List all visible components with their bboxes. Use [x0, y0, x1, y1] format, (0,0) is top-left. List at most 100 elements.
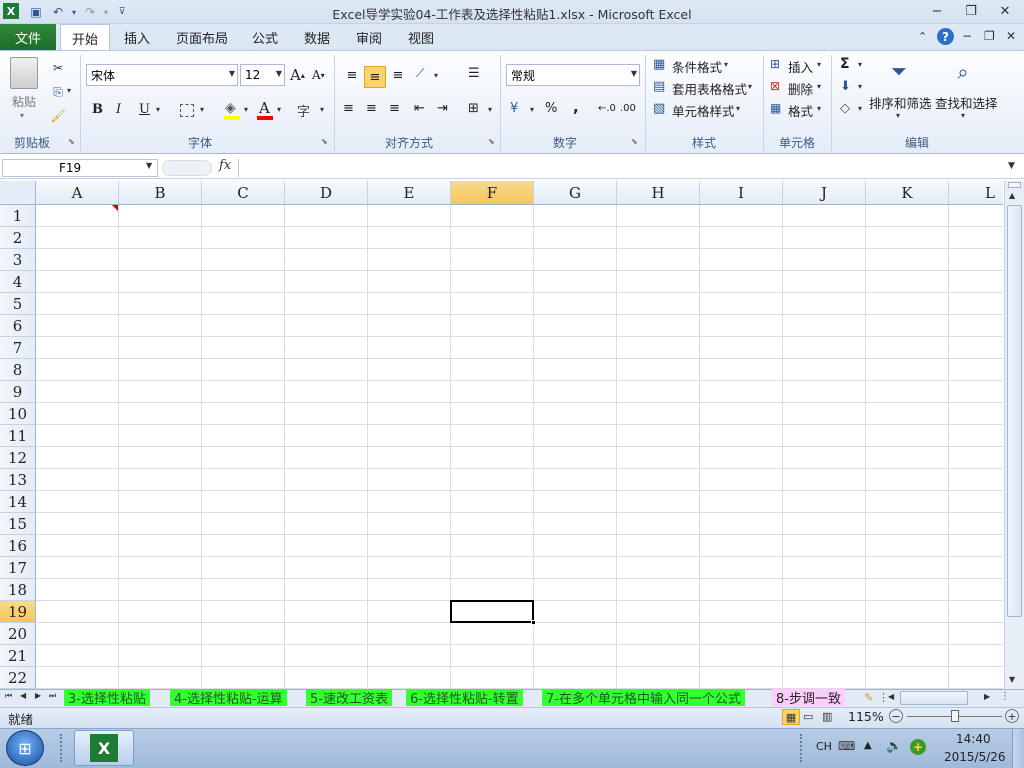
delete-cells-icon[interactable]: ⊠ — [770, 79, 780, 93]
comma-button[interactable]: , — [573, 98, 579, 116]
tab-formulas[interactable]: 公式 — [245, 24, 285, 51]
sheet-tab[interactable]: 5-速改工资表 — [306, 689, 392, 707]
row-header[interactable]: 2 — [0, 227, 36, 249]
vertical-scrollbar[interactable]: ▲ ▼ — [1004, 181, 1024, 689]
scroll-up-icon[interactable]: ▲ — [1009, 191, 1015, 200]
font-color-dropdown-icon[interactable]: ▾ — [277, 105, 281, 114]
worksheet-grid[interactable]: A B C D E F G H I J K L 1 2 3 4 5 6 7 8 9 10 11 12 13 14 15 16 17 18 1… — [0, 181, 1003, 689]
column-header[interactable]: H — [617, 181, 700, 205]
row-header[interactable]: 16 — [0, 535, 36, 557]
row-header[interactable]: 8 — [0, 359, 36, 381]
grow-font-icon[interactable]: A ▴ — [290, 66, 305, 84]
clear-icon[interactable]: ◇ — [840, 101, 850, 116]
phonetic-dropdown-icon[interactable]: ▾ — [320, 105, 324, 114]
zoom-in-icon[interactable]: + — [1005, 709, 1019, 723]
row-header[interactable]: 10 — [0, 403, 36, 425]
row-header[interactable]: 6 — [0, 315, 36, 337]
row-header[interactable]: 21 — [0, 645, 36, 667]
delete-cells-button[interactable]: 删除 — [788, 79, 813, 98]
percent-button[interactable]: % — [545, 101, 557, 116]
cell-styles-button[interactable]: 单元格样式 — [672, 101, 735, 120]
column-header[interactable]: J — [783, 181, 866, 205]
last-sheet-icon[interactable]: ⏭ — [49, 691, 56, 701]
find-select-icon[interactable]: ⌕ — [948, 58, 978, 86]
bold-button[interactable]: B — [92, 102, 103, 117]
number-launcher-icon[interactable]: ⬊ — [631, 137, 638, 146]
align-bottom-icon[interactable]: ≡ — [389, 66, 407, 84]
format-dropdown-icon[interactable]: ▾ — [817, 104, 821, 113]
italic-button[interactable]: I — [116, 102, 121, 117]
wrap-text-icon[interactable]: ☰ — [468, 66, 480, 81]
merge-center-icon[interactable]: ⊞ — [468, 101, 479, 116]
phonetic-icon[interactable]: 字 — [297, 101, 310, 120]
format-cells-button[interactable]: 格式 — [788, 101, 813, 120]
formula-input[interactable] — [238, 159, 1004, 177]
number-format-select[interactable]: 常规 ▼ — [506, 64, 640, 86]
collapse-ribbon-icon[interactable]: ⌃ — [918, 30, 927, 43]
keyboard-icon[interactable]: ⌨ — [838, 739, 855, 753]
fill-dropdown-icon[interactable]: ▾ — [858, 82, 862, 91]
column-header[interactable]: A — [36, 181, 119, 205]
orientation-icon[interactable]: ⟋ — [416, 66, 424, 81]
active-cell[interactable] — [450, 600, 534, 623]
close-button[interactable]: ✕ — [992, 2, 1018, 20]
fill-icon[interactable]: ⬇ — [840, 79, 851, 94]
align-left-icon[interactable]: ≡ — [343, 101, 354, 116]
next-sheet-icon[interactable]: ▶ — [35, 691, 41, 700]
tab-page-layout[interactable]: 页面布局 — [170, 24, 234, 51]
align-right-icon[interactable]: ≡ — [389, 101, 400, 116]
normal-view-icon[interactable]: ▦ — [782, 709, 800, 725]
format-as-table-dropdown-icon[interactable]: ▾ — [748, 82, 752, 91]
sheet-tab-active[interactable]: 8-步调一致 — [772, 689, 845, 707]
format-painter-icon[interactable]: 🖌 — [50, 108, 66, 124]
row-header[interactable]: 1 — [0, 205, 36, 227]
fill-color-icon[interactable]: ◈ — [225, 100, 236, 116]
format-cells-icon[interactable]: ▦ — [770, 101, 781, 115]
sheet-tab[interactable]: 7-在多个单元格中输入同一个公式 — [542, 689, 745, 707]
column-header[interactable]: B — [119, 181, 202, 205]
scroll-right-icon[interactable]: ▶ — [984, 692, 990, 701]
increase-indent-icon[interactable]: ⇥ — [437, 101, 448, 116]
split-box[interactable] — [1008, 182, 1021, 188]
tab-file[interactable]: 文件 — [0, 24, 56, 50]
shrink-font-icon[interactable]: A ▾ — [312, 68, 325, 82]
row-header[interactable]: 15 — [0, 513, 36, 535]
sort-dropdown-icon[interactable]: ▾ — [896, 111, 900, 120]
column-header[interactable]: K — [866, 181, 949, 205]
conditional-format-dropdown-icon[interactable]: ▾ — [724, 60, 728, 69]
zoom-slider-thumb[interactable] — [951, 710, 959, 722]
accounting-dropdown-icon[interactable]: ▾ — [530, 105, 534, 114]
show-hidden-icons[interactable]: ▲ — [864, 740, 872, 751]
scroll-down-icon[interactable]: ▼ — [1009, 675, 1015, 684]
page-layout-view-icon[interactable]: ▭ — [803, 710, 813, 723]
paste-icon[interactable] — [10, 57, 38, 89]
sheet-tab[interactable]: 3-选择性粘贴 — [64, 689, 150, 707]
copy-icon[interactable]: ⎘ — [50, 84, 66, 100]
network-icon[interactable]: + — [910, 739, 926, 755]
insert-cells-button[interactable]: 插入 — [788, 57, 813, 76]
expand-formula-bar-icon[interactable]: ▼ — [1008, 161, 1015, 171]
doc-restore-icon[interactable]: ❐ — [984, 29, 995, 43]
fill-color-dropdown-icon[interactable]: ▾ — [244, 105, 248, 114]
increase-decimal-icon[interactable]: ←.0 — [598, 103, 616, 114]
row-header[interactable]: 22 — [0, 667, 36, 689]
font-name-select[interactable]: 宋体 ▼ — [86, 64, 238, 86]
restore-button[interactable]: ❐ — [958, 2, 984, 20]
row-header[interactable]: 17 — [0, 557, 36, 579]
column-header[interactable]: F — [451, 181, 534, 205]
show-desktop-button[interactable] — [1012, 729, 1024, 768]
page-break-view-icon[interactable]: ▥ — [822, 710, 832, 723]
doc-minimize-icon[interactable]: − — [962, 29, 972, 43]
sort-filter-button[interactable]: 排序和筛选 — [869, 93, 932, 112]
doc-close-icon[interactable]: ✕ — [1006, 29, 1016, 43]
cut-icon[interactable]: ✂ — [50, 60, 66, 76]
row-header[interactable]: 13 — [0, 469, 36, 491]
align-center-icon[interactable]: ≡ — [366, 101, 377, 116]
insert-cells-icon[interactable]: ⊞ — [770, 57, 780, 71]
clock-date[interactable]: 2015/5/26 — [944, 750, 1006, 764]
zoom-level[interactable]: 115% — [848, 709, 884, 724]
zoom-out-icon[interactable]: − — [889, 709, 903, 723]
row-header[interactable]: 11 — [0, 425, 36, 447]
copy-dropdown-icon[interactable]: ▾ — [67, 86, 71, 95]
font-size-select[interactable]: 12 ▼ — [240, 64, 285, 86]
